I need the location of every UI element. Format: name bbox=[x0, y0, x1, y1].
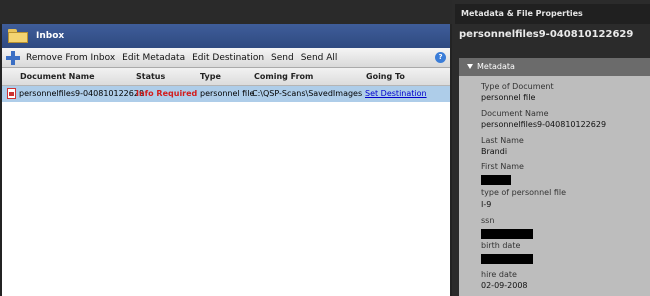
add-plus-icon[interactable] bbox=[6, 50, 20, 65]
grid-header: Document Name Status Type Coming From Go… bbox=[2, 68, 450, 86]
field-value-personnel-file-type: I-9 bbox=[481, 200, 492, 209]
row-type: personnel file bbox=[200, 89, 255, 98]
row-status: Info Required bbox=[136, 89, 198, 98]
metadata-section-header[interactable]: Metadata bbox=[459, 58, 650, 76]
redacted-ssn bbox=[481, 229, 533, 239]
set-destination-link[interactable]: Set Destination bbox=[365, 89, 427, 98]
table-row[interactable]: personnelfiles9-040810122629 Info Requir… bbox=[2, 86, 450, 102]
field-label-last-name: Last Name bbox=[481, 136, 524, 145]
document-grid: Document Name Status Type Coming From Go… bbox=[2, 68, 450, 296]
redacted-birth-date bbox=[481, 254, 533, 264]
field-value-type-of-document: personnel file bbox=[481, 93, 536, 102]
field-label-personnel-file-type: type of personnel file bbox=[481, 188, 567, 197]
column-header-coming-from[interactable]: Coming From bbox=[254, 72, 313, 81]
metadata-fields: Type of Document personnel file Document… bbox=[459, 76, 650, 296]
field-value-last-name: Brandi bbox=[481, 147, 508, 156]
metadata-filename: personnelfiles9-040810122629 bbox=[459, 29, 634, 40]
field-label-first-name: First Name bbox=[481, 162, 524, 171]
field-value-hire-date: 02-09-2008 bbox=[481, 281, 528, 290]
metadata-section-label: Metadata bbox=[477, 62, 515, 71]
redacted-first-name bbox=[481, 175, 511, 185]
inbox-title: Inbox bbox=[36, 31, 65, 41]
metadata-title: Metadata & File Properties bbox=[461, 9, 583, 18]
field-label-document-name: Document Name bbox=[481, 109, 549, 118]
field-label-birth-date: birth date bbox=[481, 241, 521, 250]
column-header-document-name[interactable]: Document Name bbox=[20, 72, 95, 81]
top-strip bbox=[0, 0, 452, 24]
row-coming-from: C:\QSP-Scans\SavedImages bbox=[252, 89, 363, 98]
field-value-document-name: personnelfiles9-040810122629 bbox=[481, 120, 607, 129]
app-window: Inbox Remove From Inbox Edit Metadata Ed… bbox=[0, 0, 650, 296]
metadata-titlebar: Metadata & File Properties bbox=[455, 4, 650, 24]
help-icon[interactable]: ? bbox=[435, 52, 446, 63]
column-header-status[interactable]: Status bbox=[136, 72, 165, 81]
inbox-toolbar: Remove From Inbox Edit Metadata Edit Des… bbox=[2, 48, 450, 68]
pdf-document-icon bbox=[7, 88, 16, 99]
row-document-name: personnelfiles9-040810122629 bbox=[19, 89, 145, 98]
column-header-going-to[interactable]: Going To bbox=[366, 72, 405, 81]
edit-metadata-button[interactable]: Edit Metadata bbox=[122, 53, 185, 63]
folder-icon bbox=[8, 29, 28, 43]
edit-destination-button[interactable]: Edit Destination bbox=[192, 53, 264, 63]
column-header-type[interactable]: Type bbox=[200, 72, 221, 81]
send-button[interactable]: Send bbox=[271, 53, 294, 63]
field-label-hire-date: hire date bbox=[481, 270, 517, 279]
inbox-header: Inbox bbox=[2, 24, 450, 48]
collapse-arrow-icon[interactable] bbox=[467, 64, 473, 69]
field-label-ssn: ssn bbox=[481, 216, 495, 225]
send-all-button[interactable]: Send All bbox=[301, 53, 338, 63]
remove-from-inbox-button[interactable]: Remove From Inbox bbox=[26, 53, 115, 63]
field-label-type-of-document: Type of Document bbox=[481, 82, 554, 91]
